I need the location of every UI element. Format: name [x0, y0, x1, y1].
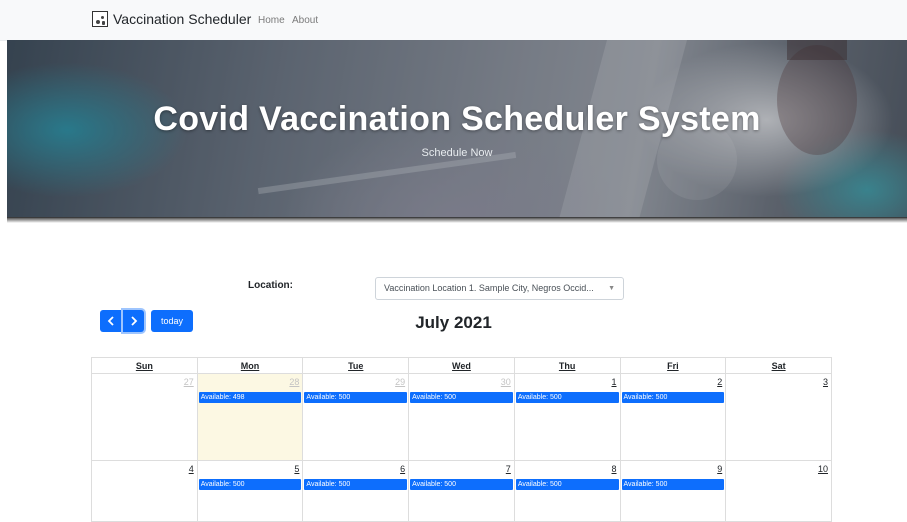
availability-event[interactable]: Available: 500 — [304, 479, 408, 490]
schedule-now-link[interactable]: Schedule Now — [7, 147, 907, 159]
navbar: Vaccination Scheduler Home About — [0, 0, 907, 41]
day-number[interactable]: 8 — [515, 461, 620, 477]
navbar-brand[interactable]: Vaccination Scheduler — [92, 11, 251, 27]
day-cell[interactable]: 30 Available: 500 — [408, 373, 515, 461]
calendar-week: 4 5 Available: 500 6 Available: 500 7 Avail… — [91, 460, 832, 522]
day-cell[interactable]: 7 Available: 500 — [408, 460, 515, 522]
day-number[interactable]: 4 — [92, 461, 197, 477]
day-number[interactable]: 2 — [621, 374, 726, 390]
header-sat[interactable]: Sat — [725, 357, 832, 374]
day-number[interactable]: 30 — [409, 374, 514, 390]
brand-logo-icon — [92, 11, 108, 27]
day-cell[interactable]: 29 Available: 500 — [302, 373, 410, 461]
day-number[interactable]: 28 — [198, 374, 303, 390]
header-fri[interactable]: Fri — [619, 357, 727, 374]
day-number[interactable]: 9 — [621, 461, 726, 477]
day-number[interactable]: 29 — [303, 374, 408, 390]
header-sun[interactable]: Sun — [91, 357, 198, 374]
day-number[interactable]: 6 — [303, 461, 408, 477]
day-cell[interactable]: 10 — [725, 460, 832, 522]
availability-event[interactable]: Available: 500 — [410, 479, 513, 490]
availability-event[interactable]: Available: 500 — [304, 392, 408, 403]
hero-title: Covid Vaccination Scheduler System — [153, 100, 761, 138]
brand-text: Vaccination Scheduler — [113, 11, 252, 27]
day-cell[interactable]: 6 Available: 500 — [302, 460, 410, 522]
day-number[interactable]: 1 — [515, 374, 620, 390]
availability-event[interactable]: Available: 500 — [621, 392, 725, 403]
day-number[interactable]: 27 — [92, 374, 197, 390]
location-label: Location: — [248, 280, 293, 291]
day-cell[interactable]: 9 Available: 500 — [619, 460, 727, 522]
availability-event[interactable]: Available: 500 — [515, 479, 619, 490]
hero-banner: Covid Vaccination Scheduler System Sched… — [7, 40, 907, 218]
header-mon[interactable]: Mon — [196, 357, 304, 374]
calendar-week: 27 28 Available: 498 29 Available: 500 30 A… — [91, 373, 832, 461]
day-cell[interactable]: 4 — [91, 460, 198, 522]
location-select[interactable]: Vaccination Location 1. Sample City, Neg… — [375, 277, 624, 300]
header-thu[interactable]: Thu — [513, 357, 621, 374]
day-cell-today[interactable]: 28 Available: 498 — [196, 373, 304, 461]
header-wed[interactable]: Wed — [408, 357, 515, 374]
calendar-grid: Sun Mon Tue Wed Thu Fri Sat 27 28 Availab… — [91, 357, 832, 522]
chevron-down-icon: ▼ — [608, 285, 615, 292]
day-number[interactable]: 3 — [726, 374, 831, 390]
availability-event[interactable]: Available: 500 — [410, 392, 513, 403]
calendar-title: July 2021 — [415, 313, 492, 332]
day-cell[interactable]: 1 Available: 500 — [513, 373, 621, 461]
day-number[interactable]: 7 — [409, 461, 514, 477]
availability-event[interactable]: Available: 498 — [198, 392, 302, 403]
availability-event[interactable]: Available: 500 — [621, 479, 725, 490]
day-number[interactable]: 10 — [726, 461, 831, 477]
day-cell[interactable]: 27 — [91, 373, 198, 461]
hero-shadow — [7, 217, 907, 223]
availability-event[interactable]: Available: 500 — [515, 392, 619, 403]
availability-event[interactable]: Available: 500 — [198, 479, 302, 490]
location-select-value: Vaccination Location 1. Sample City, Neg… — [384, 283, 594, 293]
day-cell[interactable]: 3 — [725, 373, 832, 461]
day-cell[interactable]: 8 Available: 500 — [513, 460, 621, 522]
day-cell[interactable]: 5 Available: 500 — [196, 460, 304, 522]
nav-link-home[interactable]: Home — [258, 15, 285, 26]
day-cell[interactable]: 2 Available: 500 — [619, 373, 727, 461]
day-number[interactable]: 5 — [198, 461, 303, 477]
calendar-header-row: Sun Mon Tue Wed Thu Fri Sat — [91, 357, 832, 374]
header-tue[interactable]: Tue — [302, 357, 410, 374]
nav-link-about[interactable]: About — [292, 15, 318, 26]
